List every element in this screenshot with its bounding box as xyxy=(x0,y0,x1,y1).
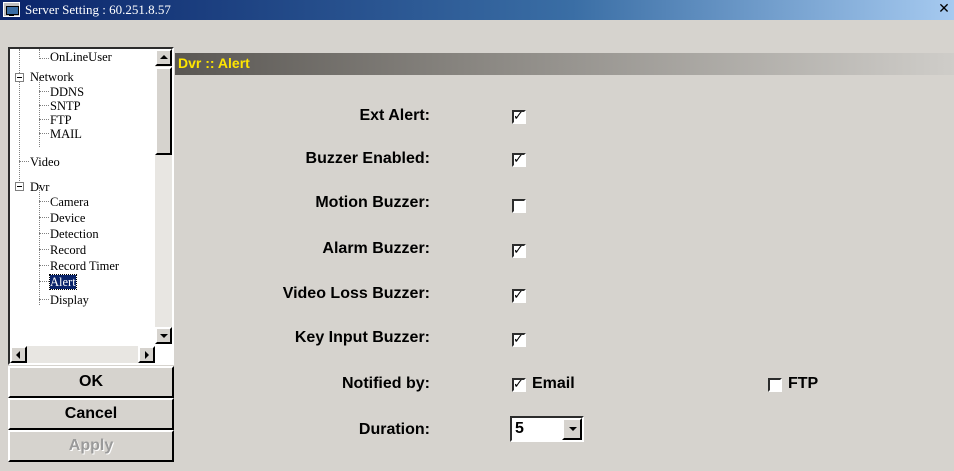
collapse-network-icon[interactable] xyxy=(15,73,24,82)
tree-connector xyxy=(39,249,49,250)
tree-connector xyxy=(39,265,49,266)
tree-connector xyxy=(39,119,49,120)
video-loss-buzzer-checkbox[interactable]: ✓ xyxy=(512,288,526,303)
buzzer-enabled-label: Buzzer Enabled: xyxy=(305,150,430,167)
tree-connector xyxy=(19,49,20,187)
video-loss-buzzer-label: Video Loss Buzzer: xyxy=(282,285,430,302)
tree-item-camera[interactable]: Camera xyxy=(50,195,89,209)
collapse-dvr-icon[interactable] xyxy=(15,182,24,191)
duration-value: 5 xyxy=(515,420,524,437)
arrow-down-icon xyxy=(160,334,168,338)
tree-connector xyxy=(19,161,29,162)
tree-item-ftp[interactable]: FTP xyxy=(50,113,72,127)
tree-connector xyxy=(39,233,49,234)
duration-label: Duration: xyxy=(358,421,430,438)
tree-connector xyxy=(39,299,49,300)
tree-item-record-timer[interactable]: Record Timer xyxy=(50,259,119,273)
settings-tree[interactable]: OnLineUser Network DDNS SNTP FTP MAIL Vi… xyxy=(8,47,174,365)
tree-connector xyxy=(39,133,49,134)
app-icon xyxy=(3,2,20,17)
motion-buzzer-checkbox[interactable] xyxy=(512,199,526,213)
arrow-left-icon xyxy=(16,351,20,359)
tree-item-network[interactable]: Network xyxy=(30,70,74,84)
tree-item-alert[interactable]: Alert xyxy=(49,274,77,290)
cancel-button[interactable]: Cancel xyxy=(8,398,174,430)
tree-item-ddns[interactable]: DDNS xyxy=(50,85,84,99)
notified-by-label: Notified by: xyxy=(342,375,430,392)
tree-connector xyxy=(39,201,49,202)
horizontal-scrollbar[interactable] xyxy=(10,346,155,363)
window-title: Server Setting : 60.251.8.57 xyxy=(25,2,171,17)
check-icon: ✓ xyxy=(513,109,524,124)
check-icon: ✓ xyxy=(513,152,524,167)
dropdown-arrow-button[interactable] xyxy=(562,418,582,440)
motion-buzzer-label: Motion Buzzer: xyxy=(315,194,430,211)
arrow-up-icon xyxy=(160,55,168,59)
tree-item-sntp[interactable]: SNTP xyxy=(50,99,81,113)
ok-button[interactable]: OK xyxy=(8,366,174,398)
tree-item-dvr[interactable]: Dvr xyxy=(30,180,49,194)
section-header: Dvr :: Alert xyxy=(175,53,954,75)
chevron-down-icon xyxy=(569,427,577,431)
scroll-right-button[interactable] xyxy=(138,346,155,363)
check-icon: ✓ xyxy=(513,288,524,303)
ext-alert-checkbox[interactable]: ✓ xyxy=(512,109,526,124)
scroll-up-button[interactable] xyxy=(155,49,172,66)
ext-alert-label: Ext Alert: xyxy=(359,107,430,124)
close-icon[interactable]: ✕ xyxy=(936,1,952,17)
ftp-label: FTP xyxy=(788,375,819,392)
tree-connector xyxy=(39,77,40,147)
tree-item-device[interactable]: Device xyxy=(50,211,85,225)
tree-connector xyxy=(39,217,49,218)
tree-connector xyxy=(39,105,49,106)
tree-connector xyxy=(39,58,49,59)
key-input-buzzer-checkbox[interactable]: ✓ xyxy=(512,332,526,347)
check-icon: ✓ xyxy=(513,377,524,392)
alarm-buzzer-checkbox[interactable]: ✓ xyxy=(512,243,526,258)
scroll-left-button[interactable] xyxy=(10,346,27,363)
buzzer-enabled-checkbox[interactable]: ✓ xyxy=(512,152,526,167)
check-icon: ✓ xyxy=(513,332,524,347)
tree-connector xyxy=(39,91,49,92)
tree-item-video[interactable]: Video xyxy=(30,155,60,169)
title-bar: Server Setting : 60.251.8.57 ✕ xyxy=(0,0,954,20)
tree-item-record[interactable]: Record xyxy=(50,243,86,257)
tree-connector xyxy=(39,187,40,305)
tree-item-mail[interactable]: MAIL xyxy=(50,127,82,141)
alarm-buzzer-label: Alarm Buzzer: xyxy=(322,240,430,257)
section-title: Dvr :: Alert xyxy=(178,55,250,71)
apply-button[interactable]: Apply xyxy=(8,430,174,462)
arrow-right-icon xyxy=(145,351,149,359)
key-input-buzzer-label: Key Input Buzzer: xyxy=(294,329,430,346)
ftp-checkbox[interactable] xyxy=(768,378,782,392)
tree-connector xyxy=(39,281,49,282)
email-label: Email xyxy=(532,375,575,392)
tree-item-display[interactable]: Display xyxy=(50,293,89,307)
email-checkbox[interactable]: ✓ xyxy=(512,377,526,392)
check-icon: ✓ xyxy=(513,243,524,258)
tree-item-onlineuser[interactable]: OnLineUser xyxy=(50,50,112,64)
tree-item-detection[interactable]: Detection xyxy=(50,227,99,241)
duration-select[interactable]: 5 xyxy=(510,416,584,442)
